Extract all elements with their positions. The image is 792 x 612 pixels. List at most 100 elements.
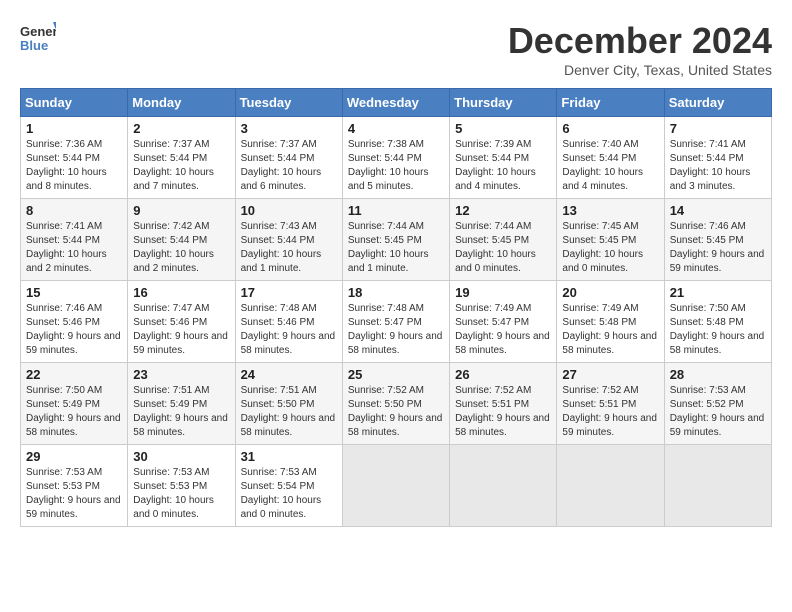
header-row: SundayMondayTuesdayWednesdayThursdayFrid…	[21, 89, 772, 117]
svg-text:Blue: Blue	[20, 38, 48, 53]
header-cell-tuesday: Tuesday	[235, 89, 342, 117]
day-number: 29	[26, 449, 122, 464]
day-cell-6: 6 Sunrise: 7:40 AMSunset: 5:44 PMDayligh…	[557, 117, 664, 199]
day-cell-8: 8 Sunrise: 7:41 AMSunset: 5:44 PMDayligh…	[21, 199, 128, 281]
day-cell-18: 18 Sunrise: 7:48 AMSunset: 5:47 PMDaylig…	[342, 281, 449, 363]
day-cell-14: 14 Sunrise: 7:46 AMSunset: 5:45 PMDaylig…	[664, 199, 771, 281]
day-number: 16	[133, 285, 229, 300]
day-number: 15	[26, 285, 122, 300]
day-cell-24: 24 Sunrise: 7:51 AMSunset: 5:50 PMDaylig…	[235, 363, 342, 445]
day-cell-3: 3 Sunrise: 7:37 AMSunset: 5:44 PMDayligh…	[235, 117, 342, 199]
day-number: 7	[670, 121, 766, 136]
week-row-2: 8 Sunrise: 7:41 AMSunset: 5:44 PMDayligh…	[21, 199, 772, 281]
day-number: 3	[241, 121, 337, 136]
header: General Blue December 2024 Denver City, …	[20, 20, 772, 78]
day-info: Sunrise: 7:44 AMSunset: 5:45 PMDaylight:…	[455, 221, 536, 274]
day-number: 5	[455, 121, 551, 136]
day-cell-19: 19 Sunrise: 7:49 AMSunset: 5:47 PMDaylig…	[450, 281, 557, 363]
day-number: 21	[670, 285, 766, 300]
day-info: Sunrise: 7:45 AMSunset: 5:45 PMDaylight:…	[562, 221, 643, 274]
day-info: Sunrise: 7:49 AMSunset: 5:48 PMDaylight:…	[562, 303, 657, 356]
day-number: 8	[26, 203, 122, 218]
day-cell-29: 29 Sunrise: 7:53 AMSunset: 5:53 PMDaylig…	[21, 445, 128, 527]
header-cell-monday: Monday	[128, 89, 235, 117]
day-cell-28: 28 Sunrise: 7:53 AMSunset: 5:52 PMDaylig…	[664, 363, 771, 445]
day-cell-22: 22 Sunrise: 7:50 AMSunset: 5:49 PMDaylig…	[21, 363, 128, 445]
logo-svg: General Blue	[20, 20, 56, 56]
day-cell-17: 17 Sunrise: 7:48 AMSunset: 5:46 PMDaylig…	[235, 281, 342, 363]
day-info: Sunrise: 7:52 AMSunset: 5:51 PMDaylight:…	[562, 385, 657, 438]
day-info: Sunrise: 7:37 AMSunset: 5:44 PMDaylight:…	[133, 139, 214, 192]
empty-cell	[450, 445, 557, 527]
day-info: Sunrise: 7:52 AMSunset: 5:51 PMDaylight:…	[455, 385, 550, 438]
day-cell-31: 31 Sunrise: 7:53 AMSunset: 5:54 PMDaylig…	[235, 445, 342, 527]
header-cell-thursday: Thursday	[450, 89, 557, 117]
header-cell-sunday: Sunday	[21, 89, 128, 117]
day-cell-13: 13 Sunrise: 7:45 AMSunset: 5:45 PMDaylig…	[557, 199, 664, 281]
day-number: 26	[455, 367, 551, 382]
day-cell-12: 12 Sunrise: 7:44 AMSunset: 5:45 PMDaylig…	[450, 199, 557, 281]
day-number: 25	[348, 367, 444, 382]
day-cell-21: 21 Sunrise: 7:50 AMSunset: 5:48 PMDaylig…	[664, 281, 771, 363]
day-info: Sunrise: 7:36 AMSunset: 5:44 PMDaylight:…	[26, 139, 107, 192]
day-number: 6	[562, 121, 658, 136]
day-cell-2: 2 Sunrise: 7:37 AMSunset: 5:44 PMDayligh…	[128, 117, 235, 199]
day-number: 24	[241, 367, 337, 382]
day-info: Sunrise: 7:46 AMSunset: 5:45 PMDaylight:…	[670, 221, 765, 274]
day-cell-9: 9 Sunrise: 7:42 AMSunset: 5:44 PMDayligh…	[128, 199, 235, 281]
day-cell-15: 15 Sunrise: 7:46 AMSunset: 5:46 PMDaylig…	[21, 281, 128, 363]
day-cell-23: 23 Sunrise: 7:51 AMSunset: 5:49 PMDaylig…	[128, 363, 235, 445]
day-number: 31	[241, 449, 337, 464]
header-cell-friday: Friday	[557, 89, 664, 117]
day-cell-16: 16 Sunrise: 7:47 AMSunset: 5:46 PMDaylig…	[128, 281, 235, 363]
day-info: Sunrise: 7:50 AMSunset: 5:49 PMDaylight:…	[26, 385, 121, 438]
location: Denver City, Texas, United States	[508, 62, 772, 78]
empty-cell	[557, 445, 664, 527]
header-cell-wednesday: Wednesday	[342, 89, 449, 117]
day-info: Sunrise: 7:50 AMSunset: 5:48 PMDaylight:…	[670, 303, 765, 356]
day-info: Sunrise: 7:44 AMSunset: 5:45 PMDaylight:…	[348, 221, 429, 274]
day-info: Sunrise: 7:43 AMSunset: 5:44 PMDaylight:…	[241, 221, 322, 274]
week-row-5: 29 Sunrise: 7:53 AMSunset: 5:53 PMDaylig…	[21, 445, 772, 527]
day-cell-4: 4 Sunrise: 7:38 AMSunset: 5:44 PMDayligh…	[342, 117, 449, 199]
day-info: Sunrise: 7:38 AMSunset: 5:44 PMDaylight:…	[348, 139, 429, 192]
day-info: Sunrise: 7:53 AMSunset: 5:53 PMDaylight:…	[133, 467, 214, 520]
day-info: Sunrise: 7:39 AMSunset: 5:44 PMDaylight:…	[455, 139, 536, 192]
day-number: 4	[348, 121, 444, 136]
day-info: Sunrise: 7:49 AMSunset: 5:47 PMDaylight:…	[455, 303, 550, 356]
day-cell-30: 30 Sunrise: 7:53 AMSunset: 5:53 PMDaylig…	[128, 445, 235, 527]
month-title: December 2024	[508, 20, 772, 62]
day-number: 20	[562, 285, 658, 300]
day-cell-11: 11 Sunrise: 7:44 AMSunset: 5:45 PMDaylig…	[342, 199, 449, 281]
day-cell-7: 7 Sunrise: 7:41 AMSunset: 5:44 PMDayligh…	[664, 117, 771, 199]
day-info: Sunrise: 7:46 AMSunset: 5:46 PMDaylight:…	[26, 303, 121, 356]
day-number: 22	[26, 367, 122, 382]
day-number: 9	[133, 203, 229, 218]
day-info: Sunrise: 7:41 AMSunset: 5:44 PMDaylight:…	[670, 139, 751, 192]
svg-text:General: General	[20, 24, 56, 39]
empty-cell	[342, 445, 449, 527]
empty-cell	[664, 445, 771, 527]
week-row-1: 1 Sunrise: 7:36 AMSunset: 5:44 PMDayligh…	[21, 117, 772, 199]
day-cell-1: 1 Sunrise: 7:36 AMSunset: 5:44 PMDayligh…	[21, 117, 128, 199]
day-info: Sunrise: 7:53 AMSunset: 5:52 PMDaylight:…	[670, 385, 765, 438]
day-number: 2	[133, 121, 229, 136]
day-cell-25: 25 Sunrise: 7:52 AMSunset: 5:50 PMDaylig…	[342, 363, 449, 445]
day-info: Sunrise: 7:51 AMSunset: 5:49 PMDaylight:…	[133, 385, 228, 438]
day-info: Sunrise: 7:47 AMSunset: 5:46 PMDaylight:…	[133, 303, 228, 356]
title-area: December 2024 Denver City, Texas, United…	[508, 20, 772, 78]
day-cell-5: 5 Sunrise: 7:39 AMSunset: 5:44 PMDayligh…	[450, 117, 557, 199]
week-row-4: 22 Sunrise: 7:50 AMSunset: 5:49 PMDaylig…	[21, 363, 772, 445]
day-info: Sunrise: 7:37 AMSunset: 5:44 PMDaylight:…	[241, 139, 322, 192]
day-number: 13	[562, 203, 658, 218]
day-number: 30	[133, 449, 229, 464]
day-number: 10	[241, 203, 337, 218]
day-cell-26: 26 Sunrise: 7:52 AMSunset: 5:51 PMDaylig…	[450, 363, 557, 445]
day-info: Sunrise: 7:53 AMSunset: 5:54 PMDaylight:…	[241, 467, 322, 520]
page-container: General Blue December 2024 Denver City, …	[20, 20, 772, 527]
day-number: 23	[133, 367, 229, 382]
day-number: 28	[670, 367, 766, 382]
week-row-3: 15 Sunrise: 7:46 AMSunset: 5:46 PMDaylig…	[21, 281, 772, 363]
day-number: 1	[26, 121, 122, 136]
day-info: Sunrise: 7:41 AMSunset: 5:44 PMDaylight:…	[26, 221, 107, 274]
